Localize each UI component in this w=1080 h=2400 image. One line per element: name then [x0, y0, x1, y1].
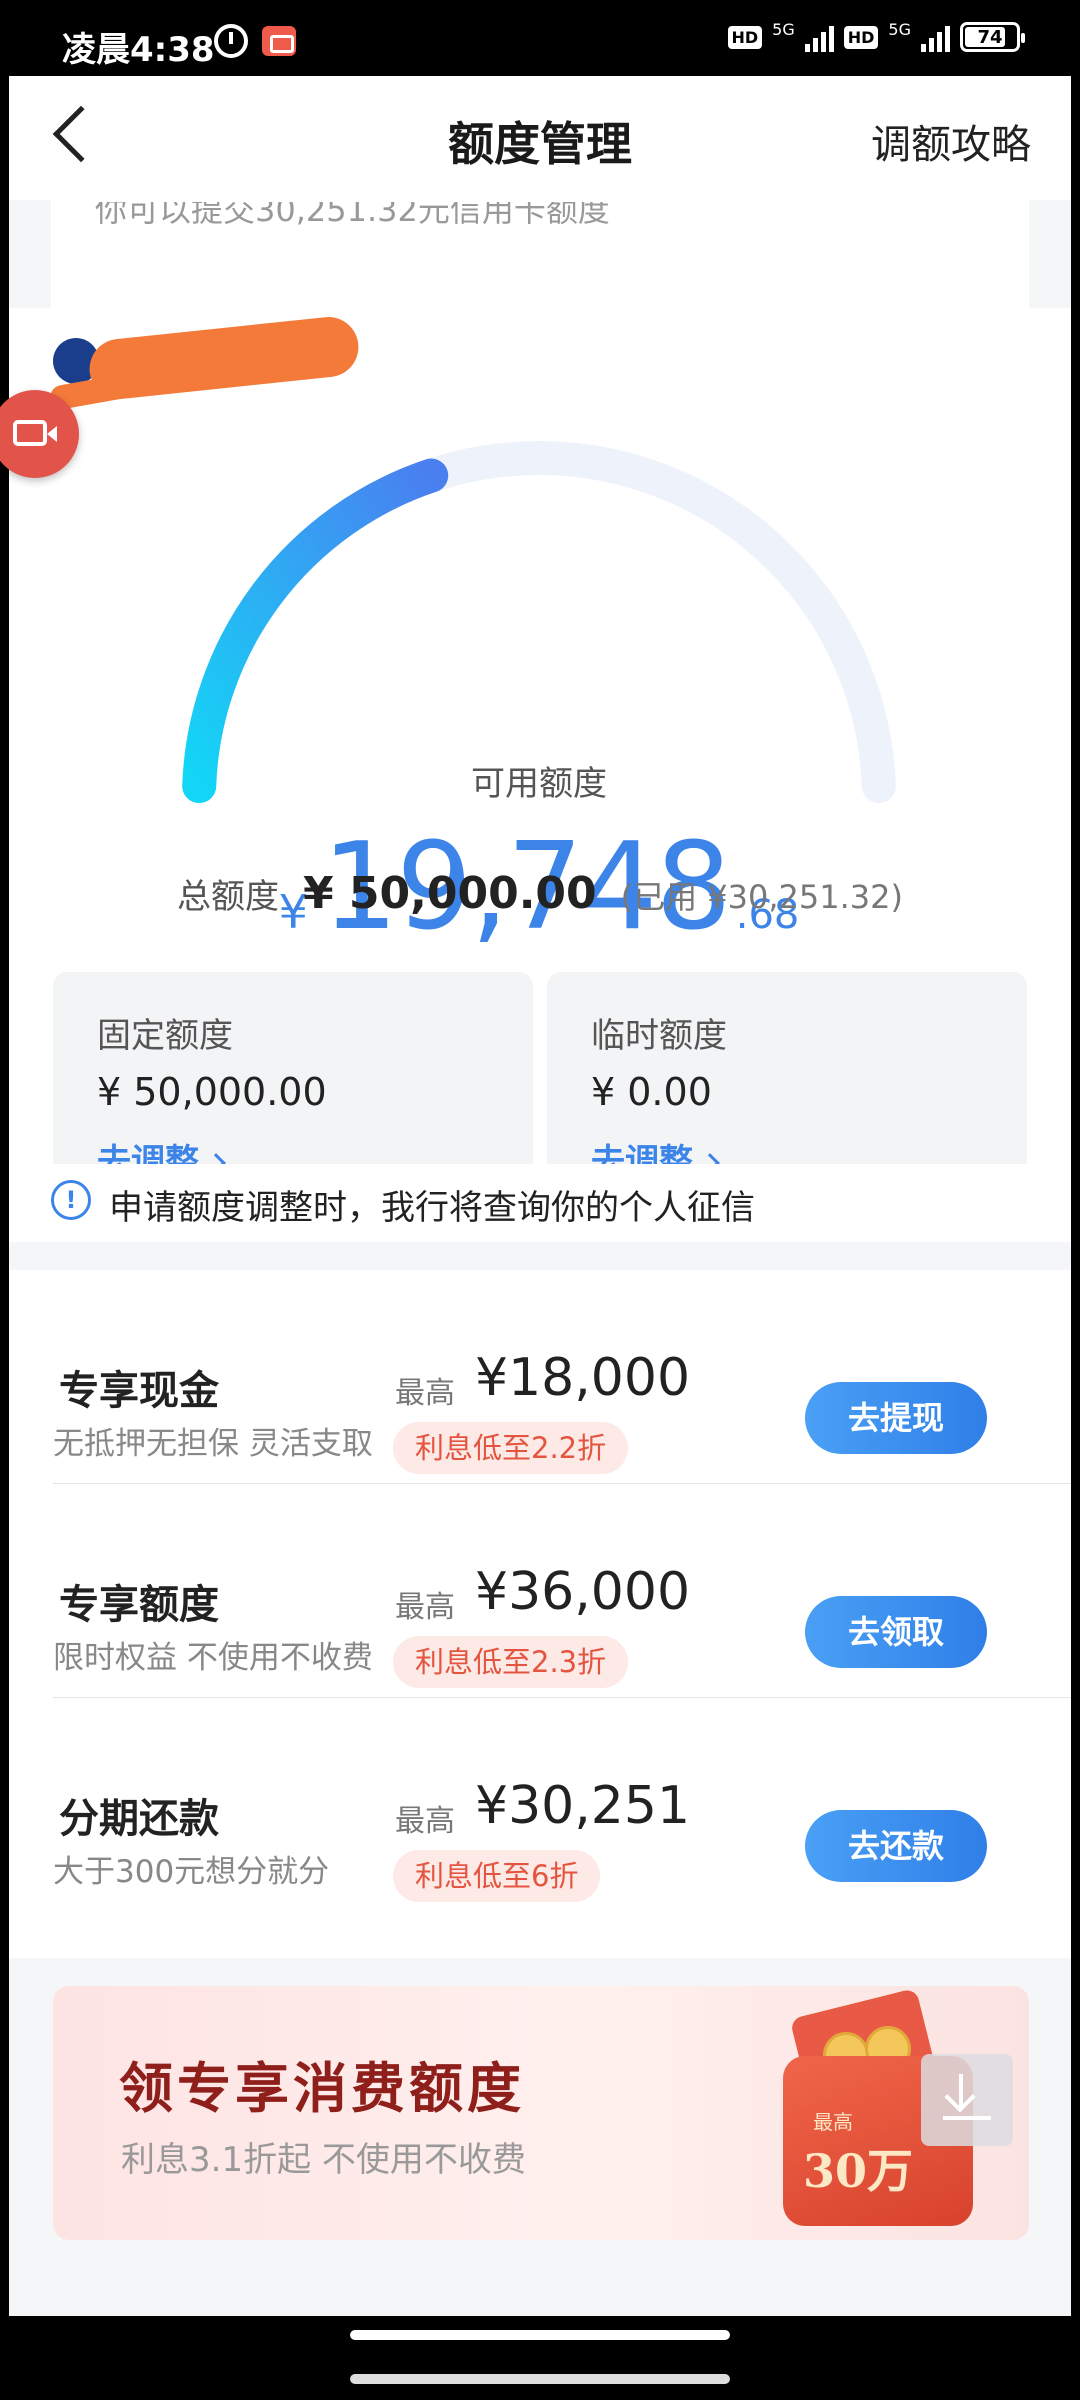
product-item-limit: 专享额度 限时权益 不使用不收费 最高 ¥36,000 利息低至2.3折 去领取	[9, 1484, 1071, 1698]
hd-badge-1: HD	[727, 25, 763, 49]
credit-limit-card: 可用额度 ¥ 19,748 .68 总额度 ¥ 50,000.00 (已用 ¥3…	[0, 308, 1071, 1242]
product-item-cash: 专享现金 无抵押无担保 灵活支取 最高 ¥18,000 利息低至2.2折 去提现	[9, 1270, 1071, 1484]
product-desc: 大于300元想分就分	[53, 1854, 330, 1890]
download-button[interactable]	[921, 2054, 1013, 2146]
product-name: 专享现金	[59, 1368, 219, 1414]
banner-subtitle: 利息3.1折起 不使用不收费	[121, 2140, 526, 2180]
interest-tag: 利息低至6折	[393, 1850, 601, 1902]
screen: 凌晨4:38 HD 5G HD 5G 74 额度管理 调额攻略 你可以提交30,…	[0, 0, 1080, 2400]
interest-tag: 利息低至2.3折	[393, 1636, 629, 1688]
fixed-limit-title: 固定额度	[97, 1016, 233, 1056]
fixed-limit-value: ¥ 50,000.00	[97, 1070, 327, 1114]
product-list: 专享现金 无抵押无担保 灵活支取 最高 ¥18,000 利息低至2.2折 去提现…	[9, 1270, 1071, 1958]
wallet-big-text: 30万	[803, 2144, 914, 2198]
notice-text: 申请额度调整时，我行将查询你的个人征信	[109, 1188, 755, 1228]
signal-icon-1	[804, 22, 834, 52]
download-icon-base	[943, 2116, 991, 2120]
download-icon	[959, 2074, 963, 2108]
credit-check-notice: ! 申请额度调整时，我行将查询你的个人征信	[9, 1164, 1071, 1242]
screen-record-icon	[262, 26, 296, 56]
product-name: 分期还款	[59, 1796, 219, 1842]
product-max-label: 最高	[395, 1804, 455, 1839]
adjust-guide-link[interactable]: 调额攻略	[871, 112, 1031, 170]
status-bar: 凌晨4:38 HD 5G HD 5G 74	[0, 0, 1080, 76]
floating-record-button[interactable]	[0, 390, 79, 478]
video-camera-icon	[13, 420, 57, 446]
consumer-credit-banner[interactable]: 领专享消费额度 利息3.1折起 不使用不收费 最高 30万	[53, 1986, 1029, 2240]
nav-bar: 额度管理 调额攻略	[9, 76, 1071, 200]
available-limit-label: 可用额度	[471, 764, 607, 804]
app-content[interactable]: 额度管理 调额攻略 你可以提交30,251.32元信用卡额度 可用额度 ¥ 19…	[0, 76, 1071, 2316]
interest-tag: 利息低至2.2折	[393, 1422, 629, 1474]
hd-badge-2: HD	[843, 25, 879, 49]
total-limit-row: 总额度 ¥ 50,000.00 (已用 ¥30,251.32)	[9, 868, 1071, 919]
product-item-installment: 分期还款 大于300元想分就分 最高 ¥30,251 利息低至6折 去还款	[9, 1698, 1071, 1912]
wallet-label: 最高 30万	[803, 2106, 913, 2201]
banner-title: 领专享消费额度	[119, 2057, 525, 2120]
battery-level: 74	[977, 26, 1003, 48]
signal-icon-2	[921, 22, 950, 52]
claim-button[interactable]: 去领取	[805, 1596, 987, 1668]
gauge-track	[182, 441, 896, 804]
repay-button[interactable]: 去还款	[805, 1810, 987, 1882]
product-amount: ¥30,251	[475, 1776, 691, 1836]
total-limit-label: 总额度	[176, 877, 279, 917]
status-time: 凌晨4:38	[62, 30, 215, 70]
product-desc: 限时权益 不使用不收费	[53, 1640, 373, 1676]
home-indicator-secondary	[350, 2374, 730, 2384]
network-label-2: 5G	[888, 19, 911, 39]
product-amount: ¥18,000	[475, 1348, 691, 1408]
battery-icon: 74	[960, 22, 1025, 52]
nav-gesture-bar	[0, 2316, 1080, 2400]
home-indicator[interactable]	[350, 2330, 730, 2340]
total-limit-value: ¥ 50,000.00	[302, 868, 597, 919]
temp-limit-title: 临时额度	[591, 1016, 727, 1056]
gauge-progress	[182, 458, 449, 804]
screen-edge-right	[1071, 76, 1080, 2316]
top-card-text: 你可以提交30,251.32元信用卡额度	[95, 202, 610, 226]
alarm-icon	[214, 24, 248, 58]
used-amount: (已用 ¥30,251.32)	[620, 878, 904, 916]
info-icon: !	[51, 1180, 91, 1220]
available-limit-gauge: 可用额度 ¥ 19,748 .68	[169, 438, 909, 957]
product-max-label: 最高	[395, 1376, 455, 1411]
temp-limit-value: ¥ 0.00	[591, 1070, 712, 1114]
product-max-label: 最高	[395, 1590, 455, 1625]
wallet-small-text: 最高	[813, 2110, 853, 2134]
withdraw-button[interactable]: 去提现	[805, 1382, 987, 1454]
product-desc: 无抵押无担保 灵活支取	[53, 1426, 373, 1462]
product-amount: ¥36,000	[475, 1562, 691, 1622]
network-label-1: 5G	[772, 19, 795, 39]
status-icons: HD 5G HD 5G 74	[727, 19, 1025, 52]
product-name: 专享额度	[59, 1582, 219, 1628]
